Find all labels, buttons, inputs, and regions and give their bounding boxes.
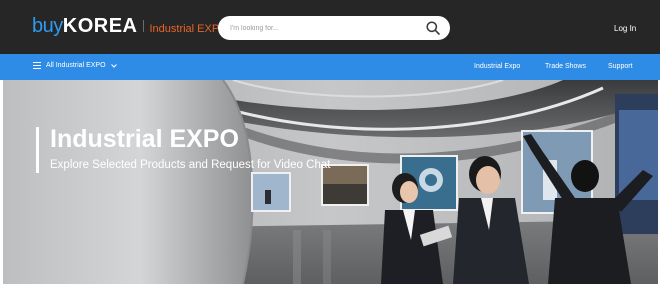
search-input[interactable] [230,16,420,40]
main-nav: All Industrial EXPO Industrial Expo Trad… [0,54,660,80]
category-menu-button[interactable]: All Industrial EXPO [33,62,117,69]
wall-display-5 [615,94,658,234]
nav-link-trade-shows[interactable]: Trade Shows [545,63,586,70]
chevron-down-icon [110,63,117,68]
virtual-expo-hall-image [3,80,658,284]
login-link[interactable]: Log In [614,24,636,33]
wall-display-1 [251,172,291,212]
logo-section-label: Industrial EXPO [149,23,228,35]
search-icon[interactable] [425,20,441,36]
logo-buy-text: buy [32,15,63,37]
search-box [218,16,450,40]
page: buy KOREA Industrial EXPO Log In All Ind… [0,0,660,284]
logo-divider [143,20,145,32]
hero-accent-bar [36,127,39,173]
hero-banner: Industrial EXPO Explore Selected Product… [3,80,658,284]
top-header: buy KOREA Industrial EXPO Log In [0,0,660,54]
nav-link-support[interactable]: Support [608,63,633,70]
hero-title: Industrial EXPO [50,125,239,153]
buykorea-logo[interactable]: buy KOREA Industrial EXPO [32,15,228,38]
menu-icon [33,62,41,69]
nav-link-industrial-expo[interactable]: Industrial Expo [474,63,520,70]
category-menu-label: All Industrial EXPO [46,62,106,69]
hero-subtitle: Explore Selected Products and Request fo… [50,159,331,171]
logo-korea-text: KOREA [62,15,138,37]
